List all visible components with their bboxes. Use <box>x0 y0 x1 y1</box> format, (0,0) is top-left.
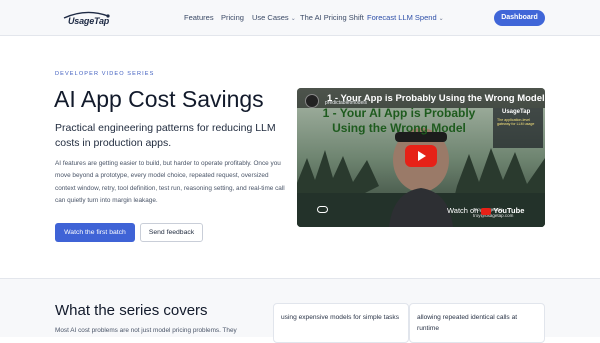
series-card-text: using expensive models for simple tasks <box>281 314 400 321</box>
nav-link-use-cases-label: Use Cases <box>252 13 289 22</box>
hero-eyebrow: DEVELOPER VIDEO SERIES <box>55 71 155 77</box>
series-card-text: allowing repeated identical calls at run… <box>417 314 518 332</box>
top-navigation: UsageTap Features Pricing Use Cases ⌄ The… <box>0 0 600 36</box>
youtube-label: YouTube <box>493 206 525 215</box>
dashboard-button[interactable]: Dashboard <box>494 10 545 26</box>
page-title: AI App Cost Savings <box>54 86 264 112</box>
video-overlay-title: 1 - Your AI App is Probably Using the Wr… <box>322 106 476 135</box>
video-embed[interactable]: 1 - Your App is Probably Using the Wrong… <box>297 88 545 227</box>
hero-body: AI features are getting easier to build,… <box>55 160 285 205</box>
nav-link-forecast-label: Forecast LLM Spend <box>367 13 437 22</box>
series-card: allowing repeated identical calls at run… <box>409 303 545 343</box>
video-side-logo: UsageTap <box>502 109 531 115</box>
play-button-icon[interactable] <box>405 145 437 167</box>
series-text: Most AI cost problems are not just model… <box>55 327 237 334</box>
nav-link-forecast-llm-spend[interactable]: Forecast LLM Spend ⌄ <box>367 13 444 22</box>
chevron-down-icon: ⌄ <box>438 16 444 22</box>
watch-on-youtube-link[interactable]: Watch on YouTube <box>447 206 524 215</box>
watch-on-label: Watch on <box>447 206 479 215</box>
watch-first-batch-button[interactable]: Watch the first batch <box>55 223 135 242</box>
send-feedback-button[interactable]: Send feedback <box>140 223 203 242</box>
nav-link-ai-pricing-shift[interactable]: The AI Pricing Shift <box>300 13 364 22</box>
nav-link-pricing[interactable]: Pricing <box>221 13 244 22</box>
logo-text: UsageTap <box>68 16 110 26</box>
nav-link-features[interactable]: Features <box>184 13 214 22</box>
video-side-text: The application-level gateway for LLM us… <box>497 118 535 127</box>
hero-lead: Practical engineering patterns for reduc… <box>55 122 276 149</box>
chevron-down-icon: ⌄ <box>290 16 296 22</box>
nav-link-use-cases[interactable]: Use Cases ⌄ <box>252 13 296 22</box>
series-title: What the series covers <box>55 302 208 319</box>
usagetap-logo[interactable]: UsageTap <box>60 10 112 28</box>
series-card: using expensive models for simple tasks <box>273 303 409 343</box>
youtube-icon <box>481 207 492 215</box>
link-icon[interactable] <box>317 206 328 213</box>
